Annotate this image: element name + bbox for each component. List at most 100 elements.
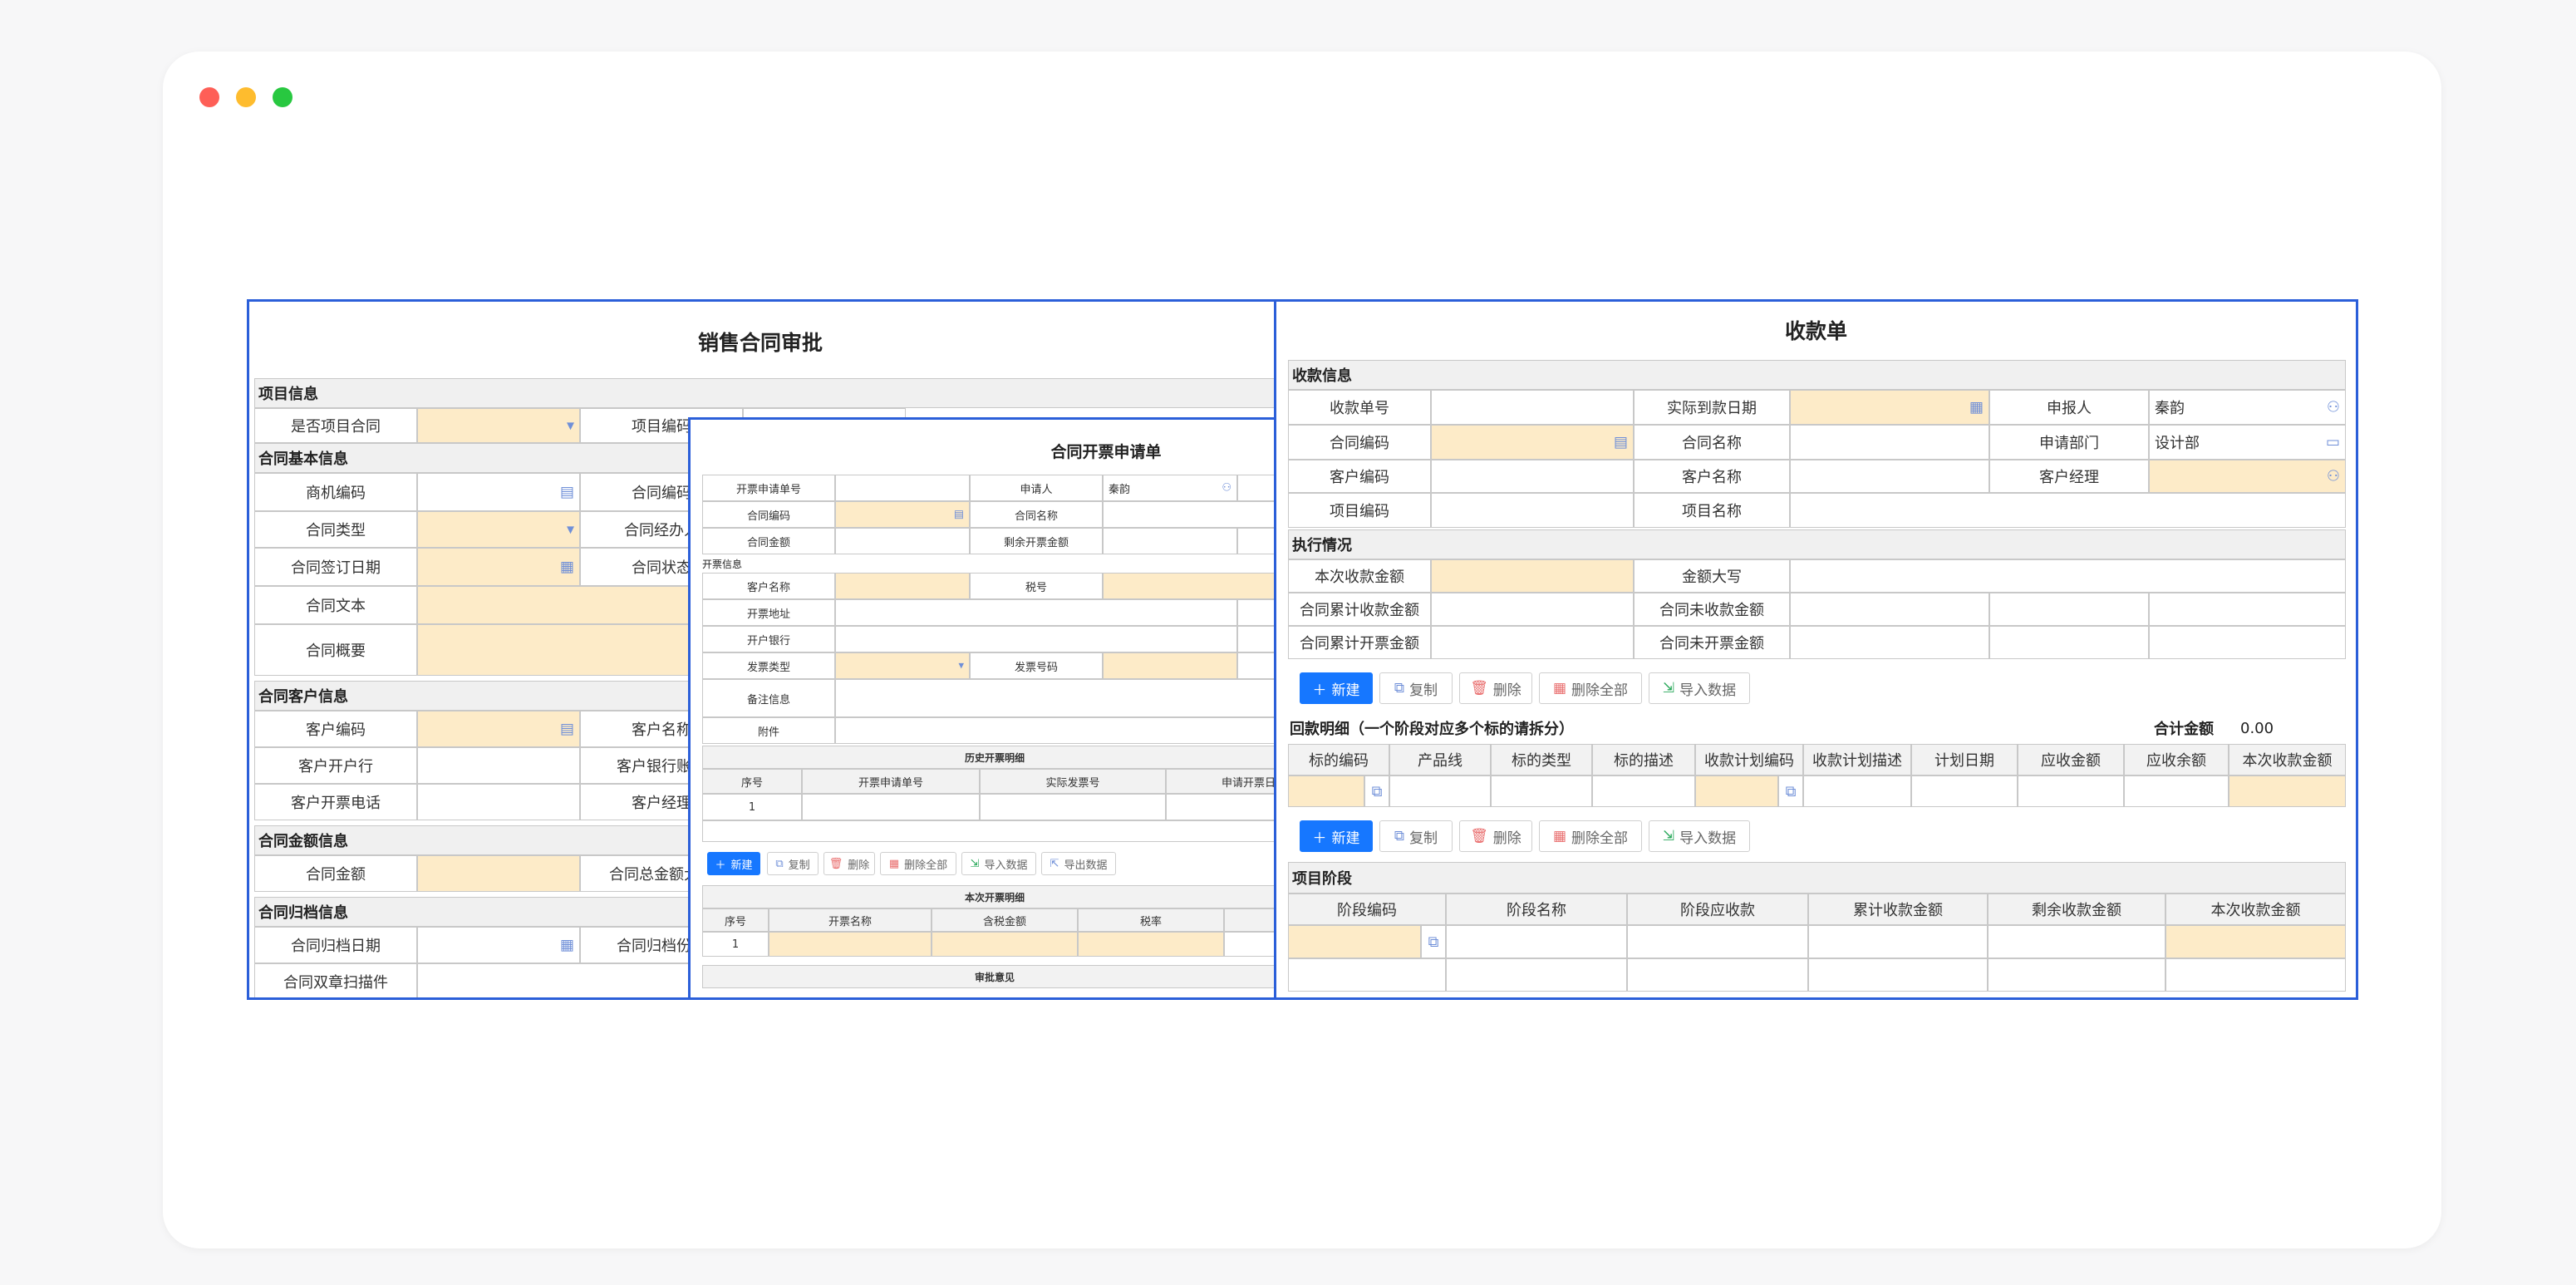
customer-manager-field[interactable]: ⚇ bbox=[2149, 460, 2346, 493]
applicant-field[interactable]: 秦韵 ⚇ bbox=[1103, 475, 1237, 501]
list-icon[interactable]: ⧉ bbox=[1786, 783, 1797, 800]
customer-bank-field[interactable] bbox=[417, 747, 580, 784]
invoice-number-field[interactable] bbox=[1103, 652, 1237, 679]
customer-name-field[interactable] bbox=[1790, 460, 1989, 493]
receipt-no-field[interactable] bbox=[1431, 390, 1634, 425]
detail-import-button[interactable]: ⇲ 导入数据 bbox=[1649, 672, 1750, 704]
page-title: 销售合同审批 bbox=[697, 331, 823, 355]
detail-row-current-amount[interactable] bbox=[2229, 775, 2346, 807]
sign-date-label: 合同签订日期 bbox=[254, 548, 417, 586]
customer-name-label: 客户名称 bbox=[702, 573, 835, 599]
history-header-date: 申请开票日期 bbox=[1166, 769, 1282, 794]
customer-code-field[interactable]: ▤ bbox=[417, 711, 580, 747]
customer-phone-field[interactable] bbox=[417, 784, 580, 820]
attachment-label: 附件 bbox=[702, 717, 835, 744]
stage-row-code[interactable] bbox=[1288, 925, 1421, 958]
stage-new-label: 新建 bbox=[1331, 830, 1360, 847]
detail-row-plan-picker[interactable]: ⧉ bbox=[1778, 775, 1803, 807]
list-icon[interactable]: ▤ bbox=[560, 484, 574, 501]
detail-row-code-picker[interactable]: ⧉ bbox=[1364, 775, 1389, 807]
cum-received-field[interactable] bbox=[1431, 593, 1634, 626]
user-icon[interactable]: ⚇ bbox=[2327, 399, 2340, 416]
user-icon[interactable]: ⚇ bbox=[1222, 482, 1231, 495]
stage-new-button[interactable]: ＋新建 bbox=[1300, 820, 1373, 852]
contract-amount-field[interactable] bbox=[417, 855, 580, 892]
opportunity-code-field[interactable]: ▤ bbox=[417, 473, 580, 511]
detail-new-button[interactable]: ＋新建 bbox=[1300, 672, 1373, 704]
project-code-field[interactable] bbox=[1431, 493, 1634, 528]
archive-date-field[interactable]: ▦ bbox=[417, 927, 580, 963]
detail-delete-all-button[interactable]: ▦ 删除全部 bbox=[1539, 672, 1642, 704]
contract-code-field[interactable]: ▤ bbox=[835, 501, 970, 528]
contract-amount-field[interactable] bbox=[835, 528, 970, 554]
contract-type-select[interactable]: ▾ bbox=[417, 511, 580, 548]
sign-date-field[interactable]: ▦ bbox=[417, 548, 580, 586]
cum-invoiced-field[interactable] bbox=[1431, 626, 1634, 659]
exec-empty-4 bbox=[2149, 626, 2346, 659]
tax-no-field[interactable] bbox=[1103, 573, 1282, 599]
section-project-info: 项目信息 bbox=[254, 378, 1275, 408]
history-row-invoice-no bbox=[980, 794, 1166, 820]
stage-import-button[interactable]: ⇲ 导入数据 bbox=[1649, 820, 1750, 852]
delete-all-button[interactable]: ▦ 删除全部 bbox=[880, 852, 956, 875]
calendar-icon[interactable]: ▦ bbox=[560, 937, 574, 954]
amount-upper-field[interactable] bbox=[1790, 559, 2346, 593]
project-name-field[interactable] bbox=[1790, 493, 2346, 528]
history-row-empty bbox=[702, 820, 1282, 842]
is-project-contract-select[interactable]: ▾ bbox=[417, 408, 580, 443]
import-button[interactable]: ⇲ 导入数据 bbox=[961, 852, 1036, 875]
new-button[interactable]: ＋ 新建 bbox=[707, 852, 760, 875]
stage-row-c2 bbox=[1627, 925, 1808, 958]
current-section-title: 本次开票明细 bbox=[702, 885, 1282, 908]
bank-field[interactable] bbox=[835, 626, 1237, 652]
list-icon[interactable]: ▤ bbox=[954, 509, 964, 521]
delete-button[interactable]: 🗑 删除 bbox=[823, 852, 875, 875]
current-row-rate[interactable] bbox=[1078, 932, 1224, 957]
invoice-type-select[interactable]: ▾ bbox=[835, 652, 970, 679]
contract-name-field[interactable] bbox=[1790, 425, 1989, 460]
customer-name-field[interactable] bbox=[835, 573, 970, 599]
arrival-date-label: 实际到款日期 bbox=[1634, 390, 1790, 425]
uninvoiced-field[interactable] bbox=[1790, 626, 1989, 659]
stage-row-code-picker[interactable]: ⧉ bbox=[1421, 925, 1446, 958]
calendar-icon[interactable]: ▦ bbox=[560, 559, 574, 576]
reporter-field[interactable]: 秦韵 ⚇ bbox=[2149, 390, 2346, 425]
list-icon[interactable]: ▤ bbox=[560, 721, 574, 738]
stage-row2-c1 bbox=[1446, 958, 1627, 992]
stage-row-current-amount[interactable] bbox=[2166, 925, 2346, 958]
current-row-amount[interactable] bbox=[932, 932, 1078, 957]
arrival-date-field[interactable]: ▦ bbox=[1790, 390, 1989, 425]
close-window-button[interactable] bbox=[199, 87, 219, 107]
current-amount-field[interactable] bbox=[1431, 559, 1634, 593]
list-icon[interactable]: ⧉ bbox=[1428, 933, 1439, 951]
current-row-name[interactable] bbox=[769, 932, 932, 957]
invoice-req-no-field[interactable] bbox=[835, 475, 970, 501]
unreceived-field[interactable] bbox=[1790, 593, 1989, 626]
attachment-field[interactable] bbox=[835, 717, 1282, 744]
invoice-address-field[interactable] bbox=[835, 599, 1237, 626]
list-icon[interactable]: ▤ bbox=[1614, 434, 1628, 451]
contract-name-field[interactable] bbox=[1103, 501, 1282, 528]
stage-copy-button[interactable]: ⧉ 复制 bbox=[1379, 820, 1453, 852]
user-icon[interactable]: ⚇ bbox=[2327, 468, 2340, 485]
list-icon[interactable]: ⧉ bbox=[1372, 783, 1383, 800]
detail-row-plan-code[interactable] bbox=[1695, 775, 1778, 807]
copy-button[interactable]: ⧉ 复制 bbox=[767, 852, 819, 875]
remaining-amount-field[interactable] bbox=[1103, 528, 1237, 554]
org-icon[interactable]: ▭ bbox=[2326, 434, 2340, 451]
approval-section-title: 审批意见 bbox=[702, 965, 1282, 988]
stage-delete-all-button[interactable]: ▦ 删除全部 bbox=[1539, 820, 1642, 852]
detail-row-code[interactable] bbox=[1288, 775, 1364, 807]
plus-icon: ＋ bbox=[1312, 830, 1327, 847]
contract-code-field[interactable]: ▤ bbox=[1431, 425, 1634, 460]
remark-field[interactable] bbox=[835, 679, 1282, 717]
maximize-window-button[interactable] bbox=[273, 87, 293, 107]
dept-field[interactable]: 设计部 ▭ bbox=[2149, 425, 2346, 460]
customer-code-field[interactable] bbox=[1431, 460, 1634, 493]
calendar-icon[interactable]: ▦ bbox=[1969, 399, 1984, 416]
export-button[interactable]: ⇱ 导出数据 bbox=[1041, 852, 1116, 875]
detail-copy-button[interactable]: ⧉ 复制 bbox=[1379, 672, 1453, 704]
minimize-window-button[interactable] bbox=[236, 87, 256, 107]
detail-delete-button[interactable]: 🗑 删除 bbox=[1459, 672, 1532, 704]
stage-delete-button[interactable]: 🗑 删除 bbox=[1459, 820, 1532, 852]
